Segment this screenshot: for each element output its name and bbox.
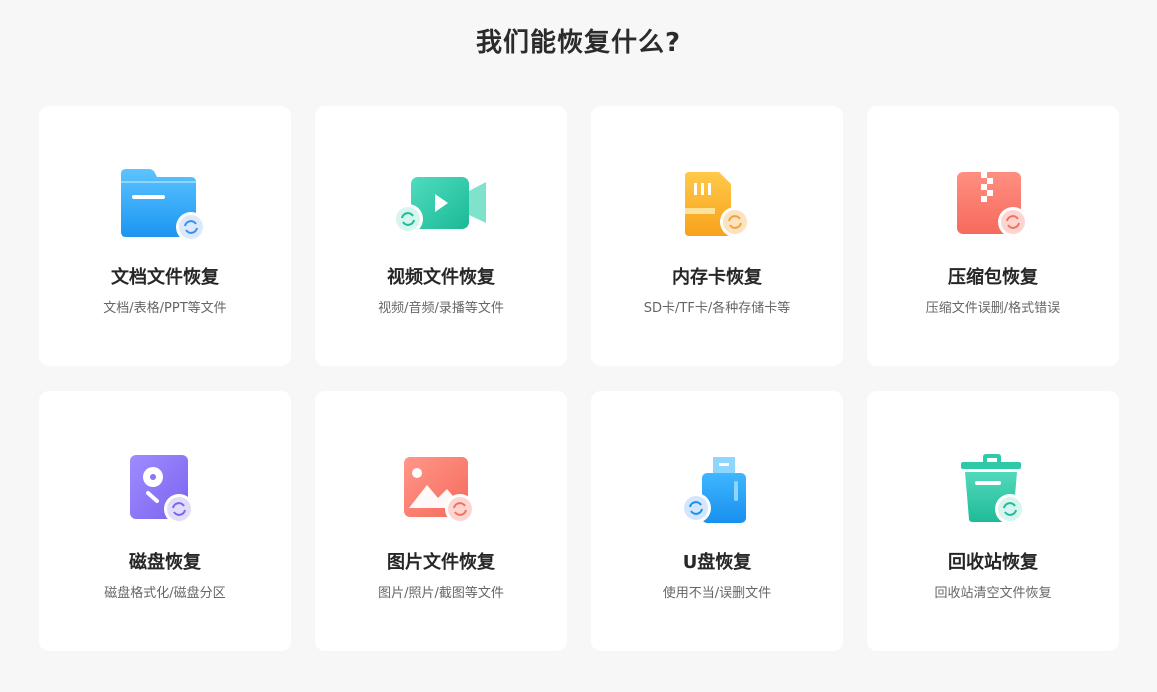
card-title: 内存卡恢复 bbox=[672, 267, 762, 288]
card-recycle-bin-recovery[interactable]: 回收站恢复 回收站清空文件恢复 bbox=[867, 391, 1119, 651]
image-icon bbox=[391, 451, 491, 531]
card-description: 图片/照片/截图等文件 bbox=[378, 586, 504, 601]
card-video-recovery[interactable]: 视频文件恢复 视频/音频/录播等文件 bbox=[315, 106, 567, 366]
usb-drive-icon bbox=[667, 451, 767, 531]
card-usb-recovery[interactable]: U盘恢复 使用不当/误删文件 bbox=[591, 391, 843, 651]
recycle-bin-icon bbox=[943, 451, 1043, 531]
card-disk-recovery[interactable]: 磁盘恢复 磁盘格式化/磁盘分区 bbox=[39, 391, 291, 651]
video-camera-icon bbox=[391, 166, 491, 246]
card-document-recovery[interactable]: 文档文件恢复 文档/表格/PPT等文件 bbox=[39, 106, 291, 366]
card-title: U盘恢复 bbox=[682, 552, 752, 573]
card-title: 压缩包恢复 bbox=[948, 267, 1038, 288]
card-description: 文档/表格/PPT等文件 bbox=[103, 301, 227, 316]
card-title: 回收站恢复 bbox=[948, 552, 1038, 573]
card-description: 压缩文件误删/格式错误 bbox=[925, 301, 1061, 316]
card-description: 磁盘格式化/磁盘分区 bbox=[104, 586, 226, 601]
zip-archive-icon bbox=[943, 166, 1043, 246]
card-description: 使用不当/误删文件 bbox=[662, 586, 772, 601]
page-title: 我们能恢复什么? bbox=[475, 28, 682, 58]
card-title: 视频文件恢复 bbox=[387, 267, 495, 288]
card-title: 图片文件恢复 bbox=[387, 552, 495, 573]
folder-icon bbox=[115, 166, 215, 246]
card-image-recovery[interactable]: 图片文件恢复 图片/照片/截图等文件 bbox=[315, 391, 567, 651]
card-description: 视频/音频/录播等文件 bbox=[378, 301, 504, 316]
card-title: 文档文件恢复 bbox=[111, 267, 219, 288]
card-description: SD卡/TF卡/各种存储卡等 bbox=[643, 301, 791, 316]
card-archive-recovery[interactable]: 压缩包恢复 压缩文件误删/格式错误 bbox=[867, 106, 1119, 366]
sd-card-icon bbox=[667, 166, 767, 246]
card-memory-card-recovery[interactable]: 内存卡恢复 SD卡/TF卡/各种存储卡等 bbox=[591, 106, 843, 366]
hard-disk-icon bbox=[115, 451, 215, 531]
card-description: 回收站清空文件恢复 bbox=[934, 586, 1052, 601]
card-title: 磁盘恢复 bbox=[129, 552, 201, 573]
